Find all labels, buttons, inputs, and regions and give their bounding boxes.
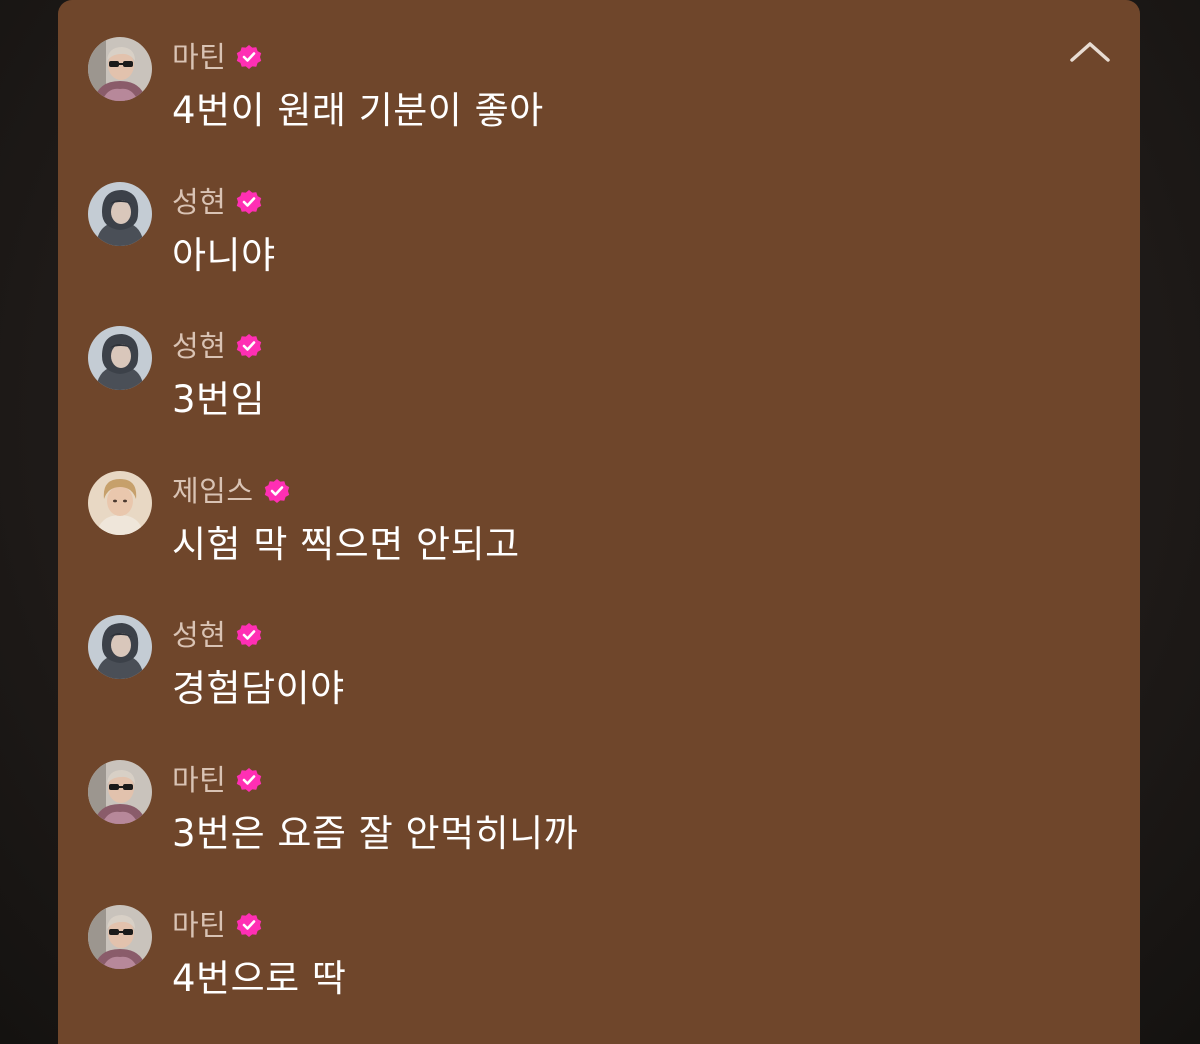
sender-name: 성현 xyxy=(172,185,227,219)
sender-name: 마틴 xyxy=(172,763,227,797)
sender-name: 제임스 xyxy=(172,474,254,508)
message-text: 아니야 xyxy=(172,234,276,277)
verified-badge-icon xyxy=(237,768,262,792)
avatar-sunghyun[interactable] xyxy=(88,615,152,679)
sender-row: 마틴 xyxy=(172,762,264,798)
verified-badge-icon xyxy=(264,479,289,503)
chat-message: 성현 경험담이야 xyxy=(88,615,1088,745)
chat-message: 마틴 4번이 원래 기분이 좋아 xyxy=(88,37,1088,167)
avatar-martin[interactable] xyxy=(88,760,152,824)
verified-badge-icon xyxy=(237,190,262,214)
sender-name: 마틴 xyxy=(172,908,227,942)
avatar-martin[interactable] xyxy=(88,905,152,969)
avatar-sunghyun[interactable] xyxy=(88,326,152,390)
sender-name: 마틴 xyxy=(172,40,227,74)
sender-row: 성현 xyxy=(172,328,264,364)
message-text: 3번은 요즘 잘 안먹히니까 xyxy=(172,812,579,855)
avatar-sunghyun[interactable] xyxy=(88,182,152,246)
chat-message: 마틴 4번으로 딱 xyxy=(88,905,1088,1035)
sender-row: 성현 xyxy=(172,617,264,653)
sender-row: 마틴 xyxy=(172,907,264,943)
avatar-martin[interactable] xyxy=(88,37,152,101)
sender-name: 성현 xyxy=(172,329,227,363)
message-text: 3번임 xyxy=(172,378,266,421)
sender-row: 성현 xyxy=(172,184,264,220)
avatar-james[interactable] xyxy=(88,471,152,535)
message-text: 경험담이야 xyxy=(172,667,345,710)
sender-row: 마틴 xyxy=(172,39,264,75)
chat-message: 성현 3번임 xyxy=(88,326,1088,456)
sender-row: 제임스 xyxy=(172,473,292,509)
verified-badge-icon xyxy=(237,45,262,69)
message-text: 4번으로 딱 xyxy=(172,957,347,1000)
verified-badge-icon xyxy=(237,913,262,937)
chat-message: 마틴 3번은 요즘 잘 안먹히니까 xyxy=(88,760,1088,890)
message-text: 4번이 원래 기분이 좋아 xyxy=(172,89,544,132)
chat-message: 성현 아니야 xyxy=(88,182,1088,312)
verified-badge-icon xyxy=(237,334,262,358)
verified-badge-icon xyxy=(237,623,262,647)
screen: 마틴 4번이 원래 기분이 좋아 성현 아니야 성현 3번임 제임스 시험 막 … xyxy=(0,0,1200,1044)
message-text: 시험 막 찍으면 안되고 xyxy=(172,523,520,566)
chat-panel: 마틴 4번이 원래 기분이 좋아 성현 아니야 성현 3번임 제임스 시험 막 … xyxy=(58,0,1140,1044)
sender-name: 성현 xyxy=(172,618,227,652)
chat-message: 제임스 시험 막 찍으면 안되고 xyxy=(88,471,1088,601)
